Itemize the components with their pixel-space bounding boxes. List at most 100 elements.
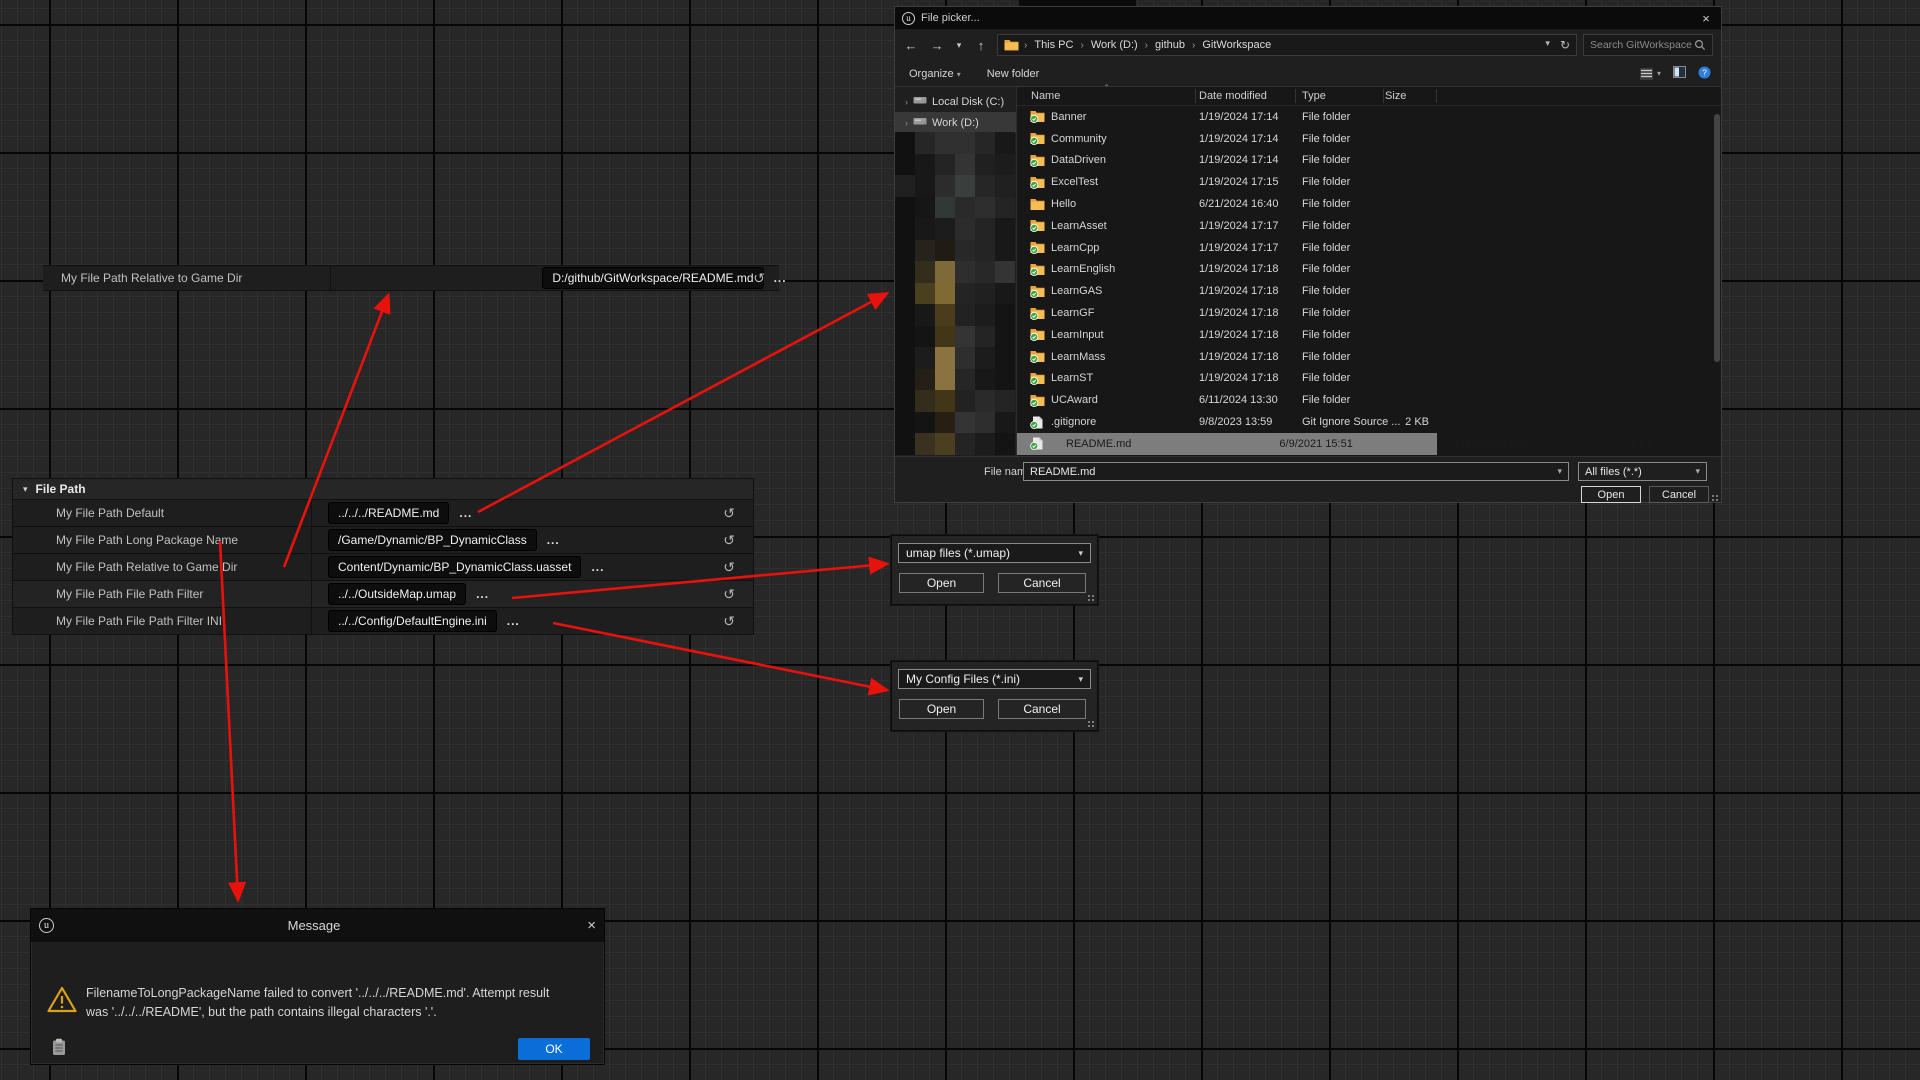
- table-row[interactable]: Banner1/19/2024 17:14File folder: [1017, 106, 1721, 128]
- column-splitter[interactable]: [311, 581, 312, 607]
- column-type[interactable]: Type: [1302, 90, 1326, 102]
- path-value-field[interactable]: ../../Config/DefaultEngine.ini: [328, 610, 497, 632]
- view-list-icon[interactable]: ▾: [1640, 68, 1661, 80]
- browse-ellipsis-button[interactable]: ...: [476, 587, 489, 601]
- resize-grip[interactable]: [1087, 720, 1095, 728]
- config-filter-dropdown[interactable]: My Config Files (*.ini) ▾: [898, 669, 1091, 689]
- table-row[interactable]: Hello6/21/2024 16:40File folder: [1017, 193, 1721, 215]
- breadcrumb-item[interactable]: GitWorkspace: [1202, 39, 1271, 51]
- picker-title-bar[interactable]: u File picker... ×: [895, 7, 1721, 29]
- table-row[interactable]: ExcelTest1/19/2024 17:15File folder: [1017, 171, 1721, 193]
- column-name[interactable]: Name: [1031, 90, 1060, 102]
- table-row[interactable]: DataDriven1/19/2024 17:14File folder: [1017, 150, 1721, 172]
- breadcrumb[interactable]: ›This PC›Work (D:)›github›GitWorkspace: [1024, 39, 1271, 51]
- reset-to-default-icon[interactable]: ↺: [723, 559, 735, 576]
- file-path-section-header[interactable]: ▾ File Path: [12, 478, 754, 500]
- breadcrumb-item[interactable]: This PC: [1034, 39, 1073, 51]
- umap-filter-dropdown[interactable]: umap files (*.umap) ▾: [898, 543, 1091, 563]
- file-type: File folder: [1302, 351, 1350, 363]
- config-cancel-button[interactable]: Cancel: [998, 699, 1086, 719]
- column-size[interactable]: Size: [1385, 90, 1406, 102]
- column-splitter[interactable]: [311, 608, 312, 634]
- file-name: ExcelTest: [1051, 176, 1098, 188]
- browse-ellipsis-button[interactable]: ...: [547, 533, 560, 547]
- preview-pane-icon[interactable]: [1673, 66, 1686, 81]
- new-folder-button[interactable]: New folder: [987, 68, 1040, 80]
- sidebar-item-local-disk-c-[interactable]: ›Local Disk (C:): [895, 91, 1016, 112]
- file-name: LearnInput: [1051, 329, 1104, 341]
- config-open-button[interactable]: Open: [899, 699, 984, 719]
- table-row[interactable]: LearnGF1/19/2024 17:18File folder: [1017, 302, 1721, 324]
- organize-menu[interactable]: Organize ▾: [909, 68, 961, 80]
- path-value-field[interactable]: /Game/Dynamic/BP_DynamicClass: [328, 529, 537, 551]
- path-value-field[interactable]: Content/Dynamic/BP_DynamicClass.uasset: [328, 556, 581, 578]
- resize-grip[interactable]: [1087, 594, 1095, 602]
- forward-icon[interactable]: →: [927, 38, 947, 53]
- folder-git-icon: [1030, 328, 1045, 341]
- reset-to-default-icon[interactable]: ↺: [723, 613, 735, 630]
- path-value-field[interactable]: ../../../README.md: [328, 502, 449, 524]
- file-name-dropdown-icon[interactable]: ▾: [1557, 466, 1562, 477]
- refresh-icon[interactable]: ↻: [1560, 38, 1570, 52]
- umap-cancel-button[interactable]: Cancel: [998, 573, 1086, 593]
- picker-close-icon[interactable]: ×: [1691, 11, 1721, 26]
- table-row[interactable]: LearnEnglish1/19/2024 17:18File folder: [1017, 259, 1721, 281]
- table-row[interactable]: LearnAsset1/19/2024 17:17File folder: [1017, 215, 1721, 237]
- table-row[interactable]: LearnST1/19/2024 17:18File folder: [1017, 368, 1721, 390]
- column-splitter[interactable]: [330, 266, 331, 290]
- file-name-input[interactable]: README.md ▾: [1023, 462, 1569, 481]
- expand-chevron-icon[interactable]: ›: [905, 118, 908, 128]
- copy-to-clipboard-icon[interactable]: [52, 1038, 66, 1056]
- table-row[interactable]: .gitignore9/8/2023 13:59Git Ignore Sourc…: [1017, 411, 1721, 433]
- path-value-field[interactable]: D:/github/GitWorkspace/README.md: [542, 267, 763, 289]
- address-dropdown-icon[interactable]: ▾: [1545, 38, 1550, 52]
- sidebar-item-work-d-[interactable]: ›Work (D:): [895, 112, 1016, 133]
- file-date: 1/19/2024 17:14: [1199, 133, 1279, 145]
- column-date[interactable]: Date modified: [1199, 90, 1267, 102]
- search-box[interactable]: [1583, 34, 1713, 56]
- up-icon[interactable]: ↑: [971, 38, 991, 53]
- picker-open-button[interactable]: Open: [1581, 486, 1641, 503]
- table-row[interactable]: Community1/19/2024 17:14File folder: [1017, 128, 1721, 150]
- breadcrumb-item[interactable]: github: [1155, 39, 1185, 51]
- file-date: 1/19/2024 17:15: [1199, 176, 1279, 188]
- table-row[interactable]: LearnMass1/19/2024 17:18File folder: [1017, 346, 1721, 368]
- breadcrumb-item[interactable]: Work (D:): [1091, 39, 1138, 51]
- search-input[interactable]: [1590, 39, 1694, 51]
- reset-to-default-icon[interactable]: ↺: [723, 505, 735, 522]
- table-row[interactable]: LearnInput1/19/2024 17:18File folder: [1017, 324, 1721, 346]
- browse-ellipsis-button[interactable]: ...: [459, 506, 472, 520]
- table-row[interactable]: LearnCpp1/19/2024 17:17File folder: [1017, 237, 1721, 259]
- message-title-bar[interactable]: u Message ×: [31, 909, 604, 942]
- ok-button[interactable]: OK: [518, 1038, 590, 1060]
- chevron-down-icon: ▾: [1078, 548, 1083, 559]
- collapse-triangle-icon[interactable]: ▾: [23, 484, 28, 495]
- browse-ellipsis-button[interactable]: ...: [507, 614, 520, 628]
- message-close-icon[interactable]: ×: [574, 917, 596, 934]
- browse-ellipsis-button[interactable]: ...: [591, 560, 604, 574]
- table-row[interactable]: UCAward6/11/2024 13:30File folder: [1017, 389, 1721, 411]
- help-icon[interactable]: ?: [1698, 66, 1711, 82]
- back-icon[interactable]: ←: [901, 38, 921, 53]
- file-type: File folder: [1302, 372, 1350, 384]
- umap-open-button[interactable]: Open: [899, 573, 984, 593]
- expand-chevron-icon[interactable]: ›: [905, 97, 908, 107]
- recent-locations-icon[interactable]: ▾: [953, 40, 965, 51]
- path-value-field[interactable]: ../../OutsideMap.umap: [328, 583, 466, 605]
- column-splitter[interactable]: [311, 527, 312, 553]
- filter-dropdown-icon[interactable]: ▾: [1695, 466, 1700, 477]
- picker-cancel-button[interactable]: Cancel: [1649, 486, 1709, 503]
- reset-to-default-icon[interactable]: ↺: [723, 586, 735, 603]
- column-splitter[interactable]: [311, 500, 312, 526]
- table-row[interactable]: README.md6/9/2021 15:51Markdown File1 KB: [1017, 433, 1721, 455]
- reset-to-default-icon[interactable]: ↺: [753, 270, 765, 287]
- address-bar[interactable]: ›This PC›Work (D:)›github›GitWorkspace ▾…: [997, 34, 1577, 56]
- resize-grip[interactable]: [1711, 494, 1719, 502]
- browse-ellipsis-button[interactable]: ...: [774, 271, 787, 285]
- column-splitter[interactable]: [311, 554, 312, 580]
- list-scrollbar[interactable]: [1714, 114, 1720, 362]
- config-filter-dialog: My Config Files (*.ini) ▾ Open Cancel: [891, 661, 1098, 731]
- file-type-filter-dropdown[interactable]: All files (*.*) ▾: [1578, 462, 1707, 481]
- table-row[interactable]: LearnGAS1/19/2024 17:18File folder: [1017, 280, 1721, 302]
- reset-to-default-icon[interactable]: ↺: [723, 532, 735, 549]
